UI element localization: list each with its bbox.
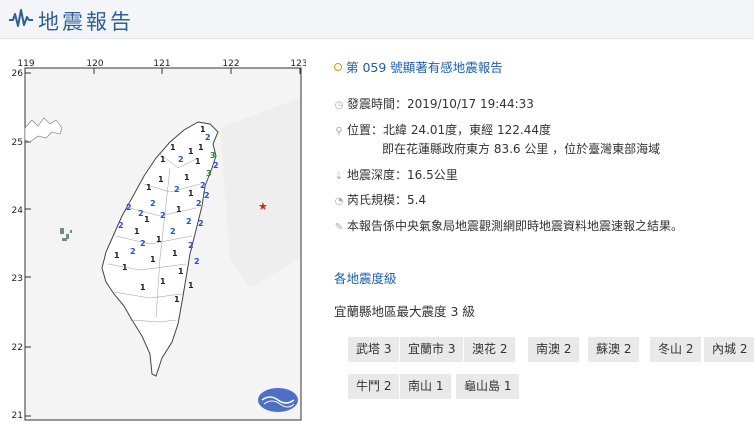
lat-tick: 26: [12, 69, 24, 79]
lat-tick: 22: [12, 343, 23, 353]
station-chip: 南山 1: [400, 374, 452, 399]
station-chip: 武塔 3: [348, 337, 400, 362]
report-bullet-icon: [334, 63, 342, 71]
lat-tick: 25: [12, 138, 23, 148]
svg-text:2: 2: [118, 221, 124, 230]
location-description: 即在花蓮縣政府東方 83.6 公里 ，位於臺灣東部海域: [382, 142, 661, 156]
seismograph-icon: [9, 9, 33, 27]
svg-text:1: 1: [160, 277, 166, 286]
svg-text:2: 2: [205, 133, 211, 142]
intensity-section-title: 各地震度級: [334, 271, 397, 286]
svg-text:2: 2: [126, 203, 132, 212]
svg-text:1: 1: [156, 235, 162, 244]
svg-text:1: 1: [178, 267, 184, 276]
station-chip: 蘇澳 2: [588, 337, 640, 362]
magnitude-row: ◔ 芮氏規模：5.4: [334, 192, 426, 210]
svg-text:2: 2: [174, 185, 180, 194]
svg-text:1: 1: [144, 215, 150, 224]
location-pin-icon: ⚲: [335, 126, 343, 137]
svg-text:1: 1: [188, 281, 194, 290]
lon-tick: 119: [17, 59, 34, 69]
depth-arrow-icon: ⇣: [334, 171, 344, 182]
svg-text:2: 2: [213, 161, 219, 170]
lon-tick: 123: [290, 59, 306, 69]
station-chip: 冬山 2: [650, 337, 702, 362]
svg-text:1: 1: [150, 255, 156, 264]
svg-text:1: 1: [140, 283, 146, 292]
lon-tick: 122: [222, 59, 239, 69]
svg-text:2: 2: [188, 241, 194, 250]
svg-text:3: 3: [210, 151, 216, 160]
svg-text:1: 1: [160, 155, 166, 164]
svg-text:2: 2: [204, 191, 210, 200]
station-chip: 內城 2: [704, 337, 754, 362]
page-title: 地震報告: [38, 10, 134, 34]
svg-text:1: 1: [134, 227, 140, 236]
svg-text:1: 1: [198, 143, 204, 152]
svg-text:2: 2: [170, 227, 176, 236]
svg-text:3: 3: [206, 169, 212, 178]
svg-text:2: 2: [186, 217, 192, 226]
intensity-map: 119 120 121 122 123 26 25 24 23 22 21 12…: [10, 58, 306, 424]
lon-tick: 120: [86, 59, 103, 69]
svg-text:2: 2: [200, 181, 206, 190]
svg-text:1: 1: [188, 147, 194, 156]
magnitude-icon: ◔: [334, 196, 344, 207]
lat-tick: 24: [12, 206, 24, 216]
station-chip: 宜蘭市 3: [400, 337, 464, 362]
pencil-icon: ✎: [334, 222, 344, 233]
svg-text:1: 1: [195, 157, 201, 166]
svg-text:2: 2: [178, 155, 184, 164]
report-title: 第 059 號顯著有感地震報告: [334, 57, 503, 76]
svg-text:1: 1: [174, 295, 180, 304]
svg-text:2: 2: [140, 239, 146, 248]
max-intensity-text: 宜蘭縣地區最大震度 3 級: [334, 304, 475, 319]
svg-text:2: 2: [160, 211, 166, 220]
svg-text:2: 2: [198, 219, 204, 228]
report-note: ✎ 本報告係中央氣象局地震觀測網即時地震資料地震速報之結果。: [334, 218, 683, 236]
svg-text:1: 1: [146, 183, 152, 192]
svg-text:1: 1: [176, 205, 182, 214]
lat-tick: 21: [12, 411, 23, 421]
svg-text:2: 2: [138, 209, 144, 218]
origin-time-row: ◷ 發震時間：2019/10/17 19:44:33: [334, 96, 534, 114]
svg-text:2: 2: [196, 199, 202, 208]
svg-text:1: 1: [158, 175, 164, 184]
svg-text:2: 2: [194, 257, 200, 266]
svg-text:2: 2: [150, 199, 156, 208]
station-chip: 龜山島 1: [456, 374, 520, 399]
svg-text:1: 1: [172, 249, 178, 258]
station-chip: 澳花 2: [464, 337, 516, 362]
svg-text:1: 1: [122, 263, 128, 272]
svg-text:1: 1: [184, 173, 190, 182]
lat-tick: 23: [12, 274, 23, 284]
cwb-logo-icon: [258, 388, 298, 412]
clock-icon: ◷: [334, 100, 344, 111]
epicenter-star-icon: ★: [258, 200, 268, 213]
location-row: ⚲ 位置：北緯 24.01度，東經 122.44度: [334, 122, 551, 140]
lon-tick: 121: [153, 59, 170, 69]
svg-text:1: 1: [170, 143, 176, 152]
svg-text:2: 2: [130, 247, 136, 256]
page-header: 地震報告: [0, 0, 754, 39]
station-chip: 南澳 2: [528, 337, 580, 362]
station-chip: 牛鬥 2: [348, 374, 400, 399]
depth-row: ⇣ 地震深度：16.5公里: [334, 167, 458, 185]
svg-text:1: 1: [188, 189, 194, 198]
svg-text:1: 1: [114, 251, 120, 260]
